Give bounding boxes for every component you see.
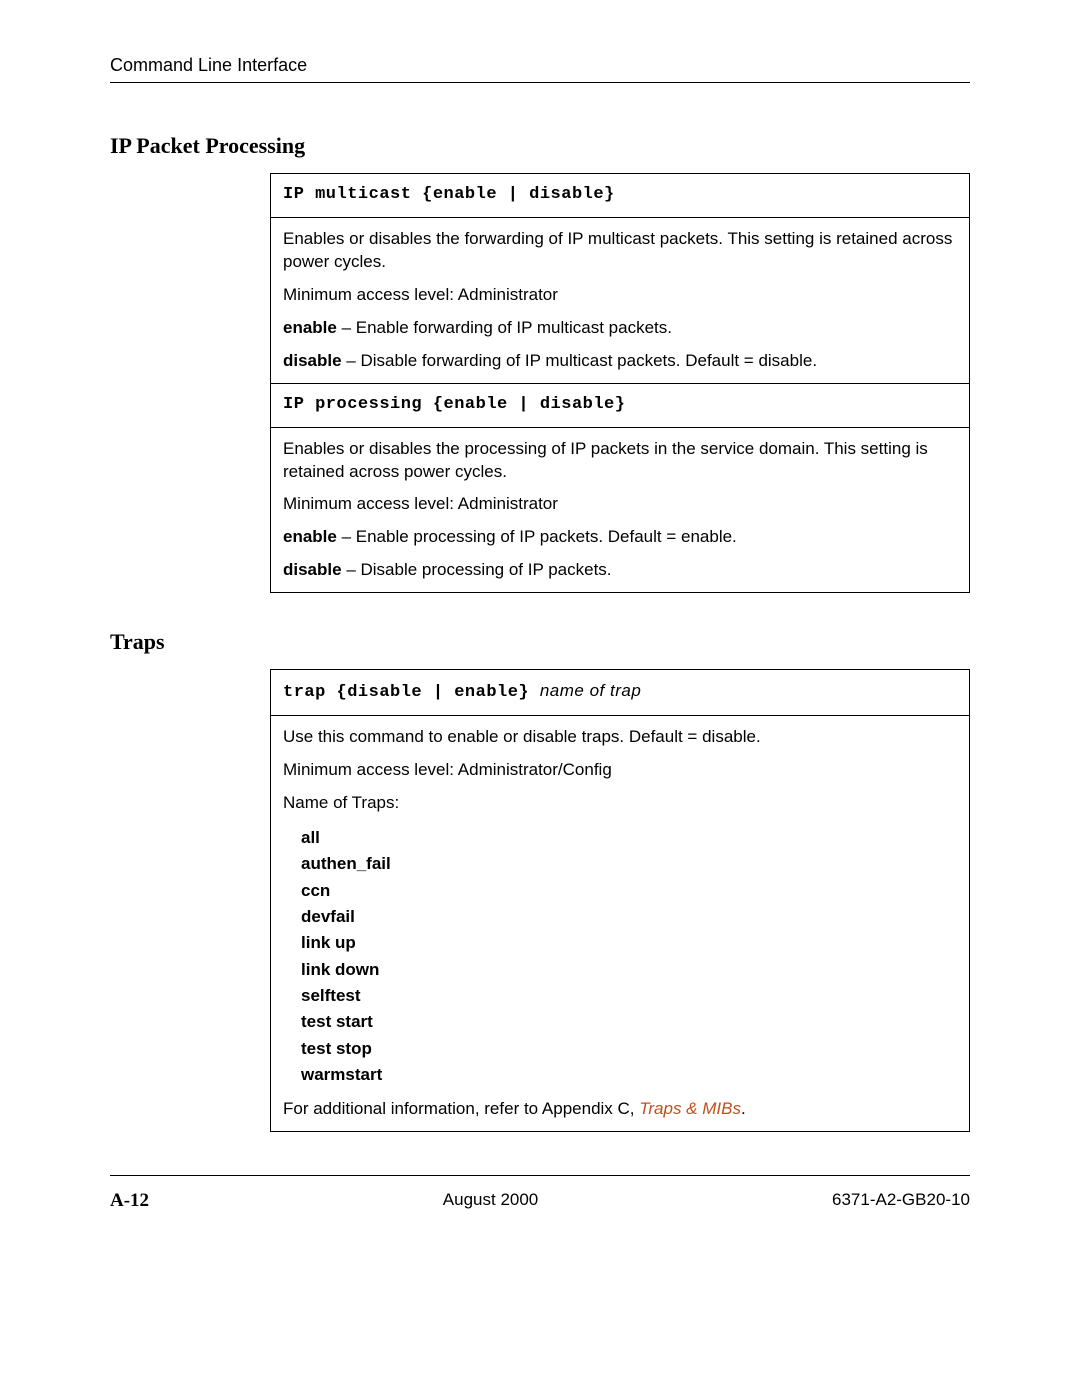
footer-date: August 2000	[443, 1190, 538, 1212]
ip-processing-access: Minimum access level: Administrator	[283, 493, 957, 516]
trap-syntax: trap {disable | enable} name of trap	[271, 670, 970, 716]
traps-mibs-link[interactable]: Traps & MIBs	[639, 1099, 741, 1118]
trap-item: authen_fail	[301, 851, 957, 877]
ip-processing-enable: enable – Enable processing of IP packets…	[283, 526, 957, 549]
section-heading-traps: Traps	[110, 629, 970, 655]
section-heading-ip: IP Packet Processing	[110, 133, 970, 159]
traps-table: trap {disable | enable} name of trap Use…	[270, 669, 970, 1132]
ip-multicast-syntax: IP multicast {enable | disable}	[271, 174, 970, 218]
ip-multicast-desc: Enables or disables the forwarding of IP…	[283, 228, 957, 274]
ip-multicast-body: Enables or disables the forwarding of IP…	[271, 217, 970, 383]
trap-name-list: all authen_fail ccn devfail link up link…	[301, 825, 957, 1088]
ip-packet-processing-table: IP multicast {enable | disable} Enables …	[270, 173, 970, 593]
trap-item: devfail	[301, 904, 957, 930]
ip-processing-syntax: IP processing {enable | disable}	[271, 383, 970, 427]
ip-processing-disable: disable – Disable processing of IP packe…	[283, 559, 957, 582]
footer-docnum: 6371-A2-GB20-10	[832, 1190, 970, 1212]
ip-processing-body: Enables or disables the processing of IP…	[271, 427, 970, 593]
ip-multicast-disable: disable – Disable forwarding of IP multi…	[283, 350, 957, 373]
trap-footnote: For additional information, refer to App…	[283, 1098, 957, 1121]
ip-multicast-enable: enable – Enable forwarding of IP multica…	[283, 317, 957, 340]
trap-item: link down	[301, 957, 957, 983]
trap-item: test stop	[301, 1036, 957, 1062]
trap-access: Minimum access level: Administrator/Conf…	[283, 759, 957, 782]
trap-item: ccn	[301, 878, 957, 904]
trap-desc: Use this command to enable or disable tr…	[283, 726, 957, 749]
ip-multicast-access: Minimum access level: Administrator	[283, 284, 957, 307]
page-footer: A-12 August 2000 6371-A2-GB20-10	[110, 1175, 970, 1212]
page-number: A-12	[110, 1190, 149, 1212]
trap-body: Use this command to enable or disable tr…	[271, 716, 970, 1132]
trap-item: link up	[301, 930, 957, 956]
trap-item: selftest	[301, 983, 957, 1009]
trap-list-label: Name of Traps:	[283, 792, 957, 815]
trap-item: test start	[301, 1009, 957, 1035]
running-header: Command Line Interface	[110, 55, 970, 76]
header-rule	[110, 82, 970, 83]
ip-processing-desc: Enables or disables the processing of IP…	[283, 438, 957, 484]
trap-item: warmstart	[301, 1062, 957, 1088]
trap-item: all	[301, 825, 957, 851]
